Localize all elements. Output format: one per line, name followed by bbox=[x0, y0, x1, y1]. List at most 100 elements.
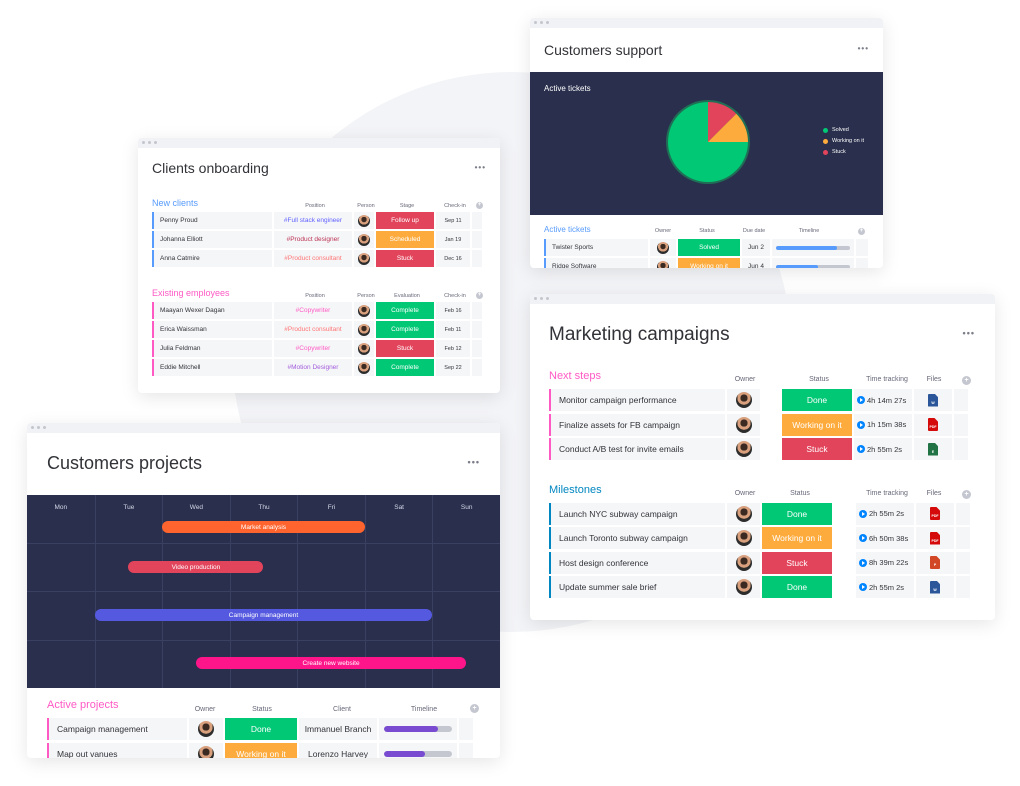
timeline-cell[interactable] bbox=[379, 718, 457, 740]
gantt-bar[interactable]: Video production bbox=[128, 561, 264, 573]
position-tag[interactable]: #Copywriter bbox=[274, 302, 352, 319]
add-column-icon[interactable]: + bbox=[476, 292, 483, 299]
table-row[interactable]: Twister Sports Solved Jun 2 bbox=[544, 239, 868, 256]
group-title[interactable]: New clients bbox=[152, 198, 198, 208]
owner-cell[interactable] bbox=[650, 239, 676, 256]
checkin-date[interactable]: Sep 11 bbox=[436, 212, 470, 229]
owner-cell[interactable] bbox=[727, 527, 760, 549]
person-cell[interactable] bbox=[354, 302, 374, 319]
item-name[interactable]: Conduct A/B test for invite emails bbox=[549, 438, 725, 460]
person-cell[interactable] bbox=[354, 231, 374, 248]
due-date[interactable]: Jun 4 bbox=[742, 258, 770, 268]
person-cell[interactable] bbox=[354, 359, 374, 376]
status-label[interactable]: Complete bbox=[376, 321, 434, 338]
item-name[interactable]: Map out vanues bbox=[47, 743, 187, 758]
item-name[interactable]: Eddie Mitchell bbox=[152, 359, 272, 376]
owner-cell[interactable] bbox=[727, 576, 760, 598]
files-cell[interactable]: P bbox=[916, 551, 954, 574]
table-row[interactable]: Ridge Software Working on it Jun 4 bbox=[544, 258, 868, 268]
table-row[interactable]: Eddie Mitchell #Motion Designer Complete Se… bbox=[152, 359, 482, 376]
item-name[interactable]: Launch NYC subway campaign bbox=[549, 502, 725, 525]
play-icon[interactable] bbox=[857, 420, 865, 429]
table-row[interactable]: Julia Feldman #Copywriter Stuck Feb 12 bbox=[152, 340, 482, 357]
file-icon[interactable]: W bbox=[928, 393, 938, 407]
item-name[interactable]: Penny Proud bbox=[152, 212, 272, 229]
owner-cell[interactable] bbox=[727, 389, 760, 411]
more-options-icon[interactable]: ••• bbox=[858, 44, 869, 53]
position-tag[interactable]: #Product consultant bbox=[274, 250, 352, 267]
item-name[interactable]: Update summer sale brief bbox=[549, 576, 725, 598]
status-label[interactable]: Working on it bbox=[782, 413, 852, 436]
table-row[interactable]: Map out vanues Working on it Lorenzo Harve… bbox=[47, 743, 473, 758]
time-tracking-cell[interactable]: 8h 39m 22s bbox=[856, 551, 914, 574]
time-tracking-cell[interactable]: 1h 15m 38s bbox=[854, 413, 912, 436]
time-tracking-cell[interactable]: 4h 14m 27s bbox=[854, 389, 912, 411]
files-cell[interactable]: W bbox=[916, 576, 954, 598]
play-icon[interactable] bbox=[859, 534, 867, 542]
timeline-cell[interactable] bbox=[772, 239, 854, 256]
checkin-date[interactable]: Dec 16 bbox=[436, 250, 470, 267]
table-row[interactable]: Launch NYC subway campaign Done 2h 55m 2s P… bbox=[549, 502, 970, 525]
time-tracking-cell[interactable]: 6h 50m 38s bbox=[856, 527, 914, 549]
table-row[interactable]: Anna Catmire #Product consultant Stuck Dec … bbox=[152, 250, 482, 267]
item-name[interactable]: Campaign management bbox=[47, 718, 187, 740]
files-cell[interactable]: PDF bbox=[916, 502, 954, 525]
play-icon[interactable] bbox=[859, 509, 867, 518]
table-row[interactable]: Erica Waissman #Product consultant Complet… bbox=[152, 321, 482, 338]
play-icon[interactable] bbox=[859, 558, 867, 567]
more-options-icon[interactable]: ••• bbox=[475, 163, 486, 172]
table-row[interactable]: Host design conference Stuck 8h 39m 22s P bbox=[549, 551, 970, 574]
item-name[interactable]: Twister Sports bbox=[544, 239, 648, 256]
status-label[interactable]: Scheduled bbox=[376, 231, 434, 248]
gantt-bar[interactable]: Campaign management bbox=[94, 609, 433, 621]
checkin-date[interactable]: Jan 19 bbox=[436, 231, 470, 248]
gantt-bar[interactable]: Create new website bbox=[195, 657, 467, 669]
item-name[interactable]: Erica Waissman bbox=[152, 321, 272, 338]
position-tag[interactable]: #Full stack engineer bbox=[274, 212, 352, 229]
add-column-icon[interactable]: + bbox=[476, 202, 483, 209]
time-tracking-cell[interactable]: 2h 55m 2s bbox=[854, 438, 912, 460]
status-label[interactable]: Stuck bbox=[376, 250, 434, 267]
add-column-icon[interactable]: + bbox=[962, 489, 971, 499]
position-tag[interactable]: #Product designer bbox=[274, 231, 352, 248]
owner-cell[interactable] bbox=[727, 413, 760, 436]
time-tracking-cell[interactable]: 2h 55m 2s bbox=[856, 502, 914, 525]
person-cell[interactable] bbox=[354, 212, 374, 229]
person-cell[interactable] bbox=[354, 321, 374, 338]
status-label[interactable]: Working on it bbox=[678, 258, 740, 268]
add-column-icon[interactable]: + bbox=[858, 228, 865, 235]
files-cell[interactable]: E bbox=[914, 438, 952, 460]
item-name[interactable]: Launch Toronto subway campaign bbox=[549, 527, 725, 549]
status-label[interactable]: Stuck bbox=[782, 438, 852, 460]
owner-cell[interactable] bbox=[189, 743, 223, 758]
file-icon[interactable]: PDF bbox=[928, 418, 938, 431]
checkin-date[interactable]: Sep 22 bbox=[436, 359, 470, 376]
checkin-date[interactable]: Feb 12 bbox=[436, 340, 470, 357]
item-name[interactable]: Anna Catmire bbox=[152, 250, 272, 267]
status-label[interactable]: Done bbox=[225, 718, 297, 740]
play-icon[interactable] bbox=[859, 583, 867, 591]
position-tag[interactable]: #Motion Designer bbox=[274, 359, 352, 376]
owner-cell[interactable] bbox=[727, 438, 760, 460]
table-row[interactable]: Conduct A/B test for invite emails Stuck 2… bbox=[549, 438, 968, 460]
position-tag[interactable]: #Product consultant bbox=[274, 321, 352, 338]
item-name[interactable]: Julia Feldman bbox=[152, 340, 272, 357]
table-row[interactable]: Johanna Elliott #Product designer Schedule… bbox=[152, 231, 482, 248]
files-cell[interactable]: W bbox=[914, 389, 952, 411]
group-title[interactable]: Existing employees bbox=[152, 288, 230, 298]
status-label[interactable]: Working on it bbox=[225, 743, 297, 758]
position-tag[interactable]: #Copywriter bbox=[274, 340, 352, 357]
gantt-bar[interactable]: Market analysis bbox=[162, 521, 365, 533]
item-name[interactable]: Ridge Software bbox=[544, 258, 648, 268]
table-row[interactable]: Monitor campaign performance Done 4h 14m 2… bbox=[549, 389, 968, 411]
checkin-date[interactable]: Feb 16 bbox=[436, 302, 470, 319]
status-label[interactable]: Working on it bbox=[762, 527, 832, 549]
status-label[interactable]: Solved bbox=[678, 239, 740, 256]
group-title[interactable]: Next steps bbox=[549, 370, 601, 382]
file-icon[interactable]: W bbox=[930, 580, 940, 594]
person-cell[interactable] bbox=[354, 250, 374, 267]
group-title[interactable]: Milestones bbox=[549, 484, 602, 496]
file-icon[interactable]: PDF bbox=[930, 507, 940, 520]
table-row[interactable]: Campaign management Done Immanuel Branch bbox=[47, 718, 473, 740]
table-row[interactable]: Finalize assets for FB campaign Working o… bbox=[549, 413, 968, 436]
